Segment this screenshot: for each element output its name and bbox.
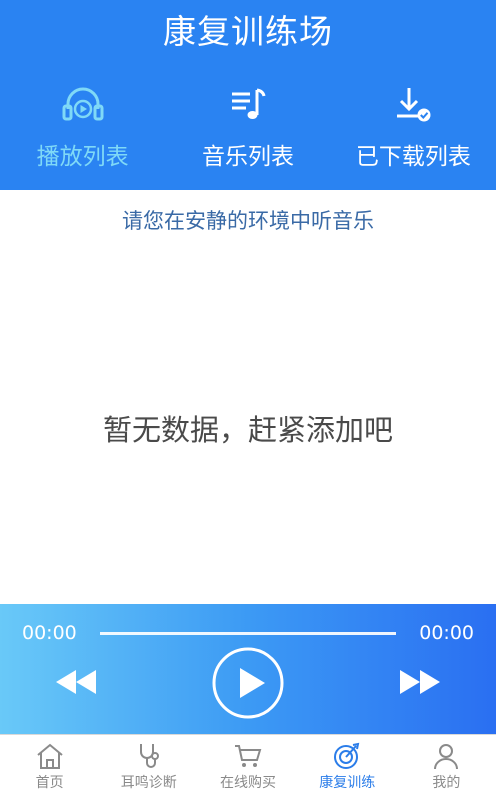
page-title: 康复训练场 (163, 12, 333, 51)
tab-music-list[interactable]: 音乐列表 (165, 78, 330, 186)
nav-mine[interactable]: 我的 (397, 735, 496, 800)
progress-bar[interactable] (100, 632, 396, 635)
tab-downloaded-list-label: 已下载列表 (355, 144, 471, 170)
nav-tinnitus-diagnosis-label: 耳鸣诊断 (120, 775, 177, 791)
nav-tinnitus-diagnosis[interactable]: 耳鸣诊断 (99, 735, 198, 800)
rewind-icon[interactable] (52, 666, 102, 698)
audio-player: 00:00 00:00 (0, 604, 496, 734)
cart-icon (235, 745, 262, 767)
nav-home[interactable]: 首页 (0, 735, 99, 800)
target-icon (334, 742, 360, 769)
tab-play-list-label: 播放列表 (36, 144, 129, 170)
header-bar: 康复训练场 播放列表 音乐列表 已下载列表 (0, 0, 496, 190)
stethoscope-icon (139, 744, 159, 768)
quiet-environment-hint: 请您在安静的环境中听音乐 (122, 209, 374, 233)
fast-forward-icon[interactable] (394, 666, 444, 698)
nav-rehab-training-label: 康复训练 (319, 775, 376, 791)
nav-mine-label: 我的 (432, 775, 461, 791)
nav-home-label: 首页 (35, 775, 64, 791)
current-time: 00:00 (22, 622, 77, 644)
tab-play-list[interactable]: 播放列表 (0, 78, 165, 186)
download-done-icon (397, 88, 431, 122)
tab-downloaded-list[interactable]: 已下载列表 (331, 78, 496, 186)
empty-state-message: 暂无数据，赶紧添加吧 (102, 413, 393, 447)
user-icon (434, 744, 459, 770)
total-time: 00:00 (419, 622, 474, 644)
nav-rehab-training[interactable]: 康复训练 (298, 735, 397, 800)
play-icon[interactable] (211, 646, 285, 720)
home-icon (36, 743, 63, 769)
headphones-play-icon (62, 87, 104, 121)
nav-online-purchase-label: 在线购买 (220, 775, 276, 791)
music-list-icon (231, 88, 266, 119)
bottom-tab-bar: 首页 耳鸣诊断 在线购买 康复训练 我的 (0, 734, 496, 800)
category-tabs: 播放列表 音乐列表 已下载列表 (0, 78, 496, 186)
tab-music-list-label: 音乐列表 (201, 144, 294, 170)
nav-online-purchase[interactable]: 在线购买 (198, 735, 297, 800)
